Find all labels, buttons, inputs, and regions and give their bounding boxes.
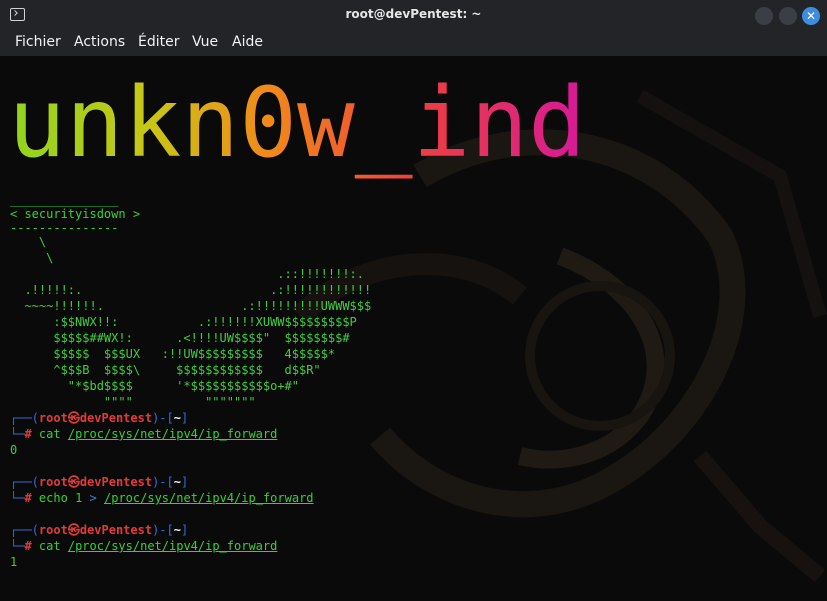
logo-text: unkn0w_ind [8, 67, 586, 179]
prompt-line-2: ┌──(root㉿devPentest)-[~] [10, 475, 189, 489]
menu-editer[interactable]: Éditer [138, 34, 179, 50]
ascii-art-line: ^$$$B $$$$\ $$$$$$$$$$$$ d$$R" [10, 363, 321, 377]
command-line-1: └─# cat /proc/sys/net/ipv4/ip_forward [10, 427, 278, 441]
output-line-1: 0 [10, 443, 18, 457]
ascii-art-line: \ [10, 235, 47, 249]
menu-bar: Fichier Actions Éditer Vue Aide [0, 32, 827, 56]
command-line-2: └─# echo 1 > /proc/sys/net/ipv4/ip_forwa… [10, 491, 314, 505]
ascii-art-line: ~~~~!!!!!!. .:!!!!!!!!!UWWW$$$ [10, 299, 372, 313]
output-line-3: 1 [10, 555, 18, 569]
menu-fichier[interactable]: Fichier [15, 34, 61, 50]
terminal-window: root@devPentest: ~ ✕ Fichier Actions Édi… [0, 0, 827, 601]
minimize-button[interactable] [755, 7, 773, 25]
command-line-3: └─# cat /proc/sys/net/ipv4/ip_forward [10, 539, 278, 553]
ascii-art-line: $$$$$##WX!: .<!!!!UW$$$$" $$$$$$$$# [10, 331, 350, 345]
menu-aide[interactable]: Aide [232, 34, 263, 50]
ascii-art-line: """" """"""" [10, 395, 256, 409]
menu-actions[interactable]: Actions [74, 34, 125, 50]
ascii-art-line: :$$NWX!!: .:!!!!!!XUWW$$$$$$$$$P [10, 315, 357, 329]
terminal-area[interactable]: unkn0w_ind _______________ < securityisd… [0, 56, 827, 601]
prompt-line-1: ┌──(root㉿devPentest)-[~] [10, 411, 189, 425]
menu-vue[interactable]: Vue [192, 34, 218, 50]
ascii-art-line: \ [10, 251, 54, 265]
prompt-line-3: ┌──(root㉿devPentest)-[~] [10, 523, 189, 537]
title-bar[interactable]: root@devPentest: ~ ✕ [0, 0, 827, 32]
ascii-art-line: "*$bd$$$$ '*$$$$$$$$$$$o+#" [10, 379, 299, 393]
ascii-art-line: .::!!!!!!!:. [10, 267, 365, 281]
ascii-art: \ \ .::!!!!!!!:. .!!!!!:. .:!!!!!!!!!!!!… [10, 234, 371, 410]
ascii-art-line: .!!!!!:. .:!!!!!!!!!!!! [10, 283, 372, 297]
maximize-button[interactable] [779, 7, 797, 25]
logo-banner: unkn0w_ind [8, 67, 586, 179]
window-title: root@devPentest: ~ [345, 7, 482, 21]
ascii-art-line: $$$$$ $$$UX :!!UW$$$$$$$$$ 4$$$$$* [10, 347, 336, 361]
close-button[interactable]: ✕ [802, 7, 820, 25]
close-icon: ✕ [805, 9, 817, 23]
